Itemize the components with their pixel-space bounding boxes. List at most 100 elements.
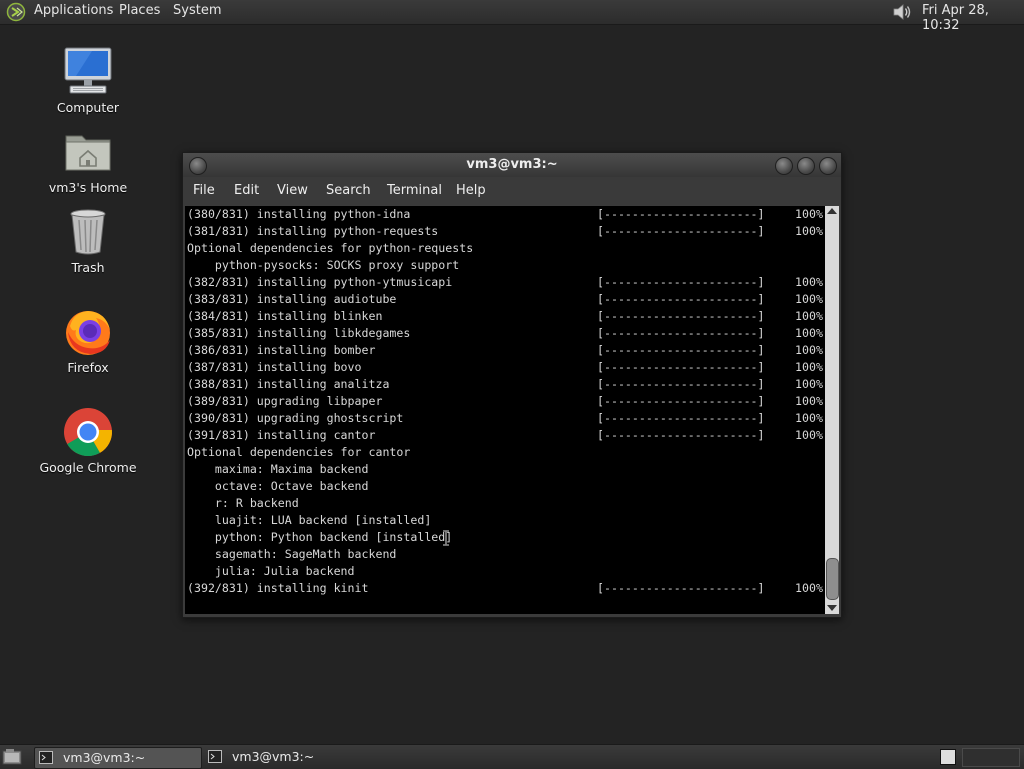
terminal-line-text: (389/831) upgrading libpaper (187, 394, 383, 408)
progress-percent: 100% (795, 292, 823, 306)
terminal-line: (391/831) installing cantor [------------… (187, 427, 827, 444)
applications-menu[interactable]: Applications (34, 3, 113, 18)
top-panel: Applications Places System Fri Apr 28, 1… (0, 0, 1024, 33)
terminal-line-text: r: R backend (187, 496, 299, 510)
scrollbar-thumb[interactable] (826, 558, 839, 600)
menu-search[interactable]: Search (326, 183, 371, 198)
terminal-window[interactable]: vm3@vm3:~ File Edit View Search Terminal… (182, 152, 842, 618)
computer-icon (64, 47, 112, 94)
progress-bar-text: [----------------------] (597, 326, 765, 340)
taskbar-button-terminal[interactable]: vm3@vm3:~ (204, 747, 370, 767)
terminal-line-text: (392/831) installing kinit (187, 581, 369, 595)
terminal-line-text: maxima: Maxima backend (187, 462, 369, 476)
progress-bar-text: [----------------------] (597, 343, 765, 357)
desktop-icon-label: Computer (56, 100, 120, 115)
menu-view[interactable]: View (277, 183, 308, 198)
terminal-line-text: Optional dependencies for cantor (187, 445, 411, 459)
terminal-line: (381/831) installing python-requests [---… (187, 223, 827, 240)
progress-percent: 100% (795, 411, 823, 425)
taskbar-button-terminal[interactable]: vm3@vm3:~ (34, 747, 202, 769)
window-title: vm3@vm3:~ (466, 157, 558, 172)
minimize-button[interactable] (775, 157, 793, 175)
desktop-icon-firefox[interactable]: Firefox (28, 306, 148, 375)
clock[interactable]: Fri Apr 28, 10:32 (922, 3, 1024, 33)
terminal-line-text: (391/831) installing cantor (187, 428, 376, 442)
menu-file[interactable]: File (193, 183, 215, 198)
terminal-line: julia: Julia backend (187, 563, 827, 580)
scroll-down-arrow-icon[interactable] (827, 605, 837, 611)
chrome-icon (64, 408, 112, 457)
terminal-line: r: R backend (187, 495, 827, 512)
progress-percent: 100% (795, 224, 823, 238)
progress-bar-text: [----------------------] (597, 224, 765, 238)
desktop-icon-label: Trash (71, 260, 105, 275)
menu-help[interactable]: Help (456, 183, 486, 198)
terminal-line: (389/831) upgrading libpaper [-----------… (187, 393, 827, 410)
terminal-line: (392/831) installing kinit [-------------… (187, 580, 827, 597)
progress-bar-text: [----------------------] (597, 275, 765, 289)
terminal-line-text: (382/831) installing python-ytmusicapi (187, 275, 453, 289)
distro-logo-icon[interactable] (6, 2, 26, 22)
bottom-panel: vm3@vm3:~ vm3@vm3:~ (0, 744, 1024, 769)
terminal-line: (383/831) installing audiotube [---------… (187, 291, 827, 308)
progress-bar-text: [----------------------] (597, 360, 765, 374)
places-menu[interactable]: Places (119, 3, 160, 18)
desktop-icon-chrome[interactable]: Google Chrome (28, 406, 148, 475)
ibeam-cursor-icon (443, 530, 449, 546)
terminal-line-text: (388/831) installing analitza (187, 377, 390, 391)
scroll-up-arrow-icon[interactable] (827, 208, 837, 214)
progress-percent: 100% (795, 394, 823, 408)
progress-percent: 100% (795, 360, 823, 374)
terminal-line: (384/831) installing blinken [-----------… (187, 308, 827, 325)
desktop-icon-home[interactable]: vm3's Home (28, 126, 148, 195)
workspace-switcher-2[interactable] (962, 748, 1020, 767)
terminal-output[interactable]: (380/831) installing python-idna [-------… (185, 206, 825, 614)
terminal-line-text: Optional dependencies for python-request… (187, 241, 474, 255)
progress-percent: 100% (795, 275, 823, 289)
terminal-line-text: (385/831) installing libkdegames (187, 326, 411, 340)
trash-icon (70, 209, 106, 255)
terminal-line-text: luajit: LUA backend [installed] (187, 513, 432, 527)
progress-bar-text: [----------------------] (597, 581, 765, 595)
terminal-line-text: python-pysocks: SOCKS proxy support (187, 258, 460, 272)
desktop-icon-trash[interactable]: Trash (28, 206, 148, 275)
workspace-switcher-1[interactable] (940, 749, 956, 765)
terminal-scrollbar[interactable] (825, 206, 839, 614)
progress-percent: 100% (795, 377, 823, 391)
maximize-button[interactable] (797, 157, 815, 175)
terminal-line: (387/831) installing bovo [--------------… (187, 359, 827, 376)
progress-percent: 100% (795, 326, 823, 340)
terminal-line-text: (380/831) installing python-idna (187, 207, 411, 221)
terminal-line-text: python: Python backend [installed] (187, 530, 453, 544)
system-menu[interactable]: System (173, 3, 221, 18)
progress-percent: 100% (795, 581, 823, 595)
taskbar-button-label: vm3@vm3:~ (63, 750, 146, 765)
progress-percent: 100% (795, 343, 823, 357)
show-desktop-icon[interactable] (2, 748, 22, 766)
volume-icon[interactable] (890, 1, 914, 23)
progress-bar-text: [----------------------] (597, 394, 765, 408)
terminal-line: sagemath: SageMath backend (187, 546, 827, 563)
terminal-line: (390/831) upgrading ghostscript [--------… (187, 410, 827, 427)
window-titlebar[interactable]: vm3@vm3:~ (183, 153, 841, 177)
menu-edit[interactable]: Edit (234, 183, 259, 198)
progress-bar-text: [----------------------] (597, 207, 765, 221)
close-button[interactable] (819, 157, 837, 175)
terminal-line: Optional dependencies for python-request… (187, 240, 827, 257)
terminal-line: octave: Octave backend (187, 478, 827, 495)
terminal-line-text: (390/831) upgrading ghostscript (187, 411, 404, 425)
terminal-line-text: sagemath: SageMath backend (187, 547, 397, 561)
menu-terminal[interactable]: Terminal (387, 183, 442, 198)
progress-percent: 100% (795, 428, 823, 442)
terminal-line: (380/831) installing python-idna [-------… (187, 206, 827, 223)
desktop-icon-computer[interactable]: Computer (28, 46, 148, 115)
progress-percent: 100% (795, 207, 823, 221)
terminal-icon (39, 751, 53, 764)
taskbar-button-label: vm3@vm3:~ (232, 749, 315, 764)
desktop-icon-label: Firefox (67, 360, 109, 375)
terminal-line-text: (381/831) installing python-requests (187, 224, 439, 238)
terminal-line-text: (387/831) installing bovo (187, 360, 362, 374)
progress-bar-text: [----------------------] (597, 292, 765, 306)
terminal-line-text: octave: Octave backend (187, 479, 369, 493)
progress-bar-text: [----------------------] (597, 428, 765, 442)
